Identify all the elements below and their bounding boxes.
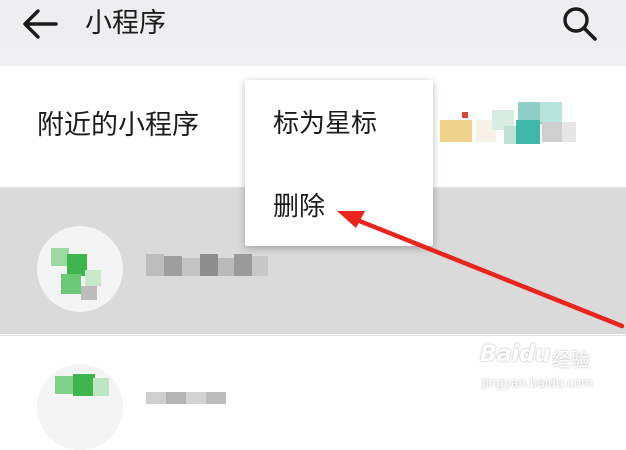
- nearby-label: 附近的小程序: [37, 110, 199, 141]
- watermark-experience: 经验: [552, 349, 591, 371]
- blurred-name: [146, 392, 268, 416]
- section-divider: [0, 48, 626, 66]
- avatar: [37, 226, 123, 312]
- nearby-thumbnails: [432, 102, 602, 158]
- blurred-name: [146, 254, 268, 278]
- watermark-url: jingyan.baidu.com: [482, 376, 593, 390]
- arrow-left-icon[interactable]: [20, 6, 60, 42]
- mark-as-starred-menu-item[interactable]: 标为星标: [245, 80, 433, 163]
- search-icon[interactable]: [560, 4, 600, 44]
- page-title: 小程序: [85, 8, 166, 39]
- baidu-jingyan-watermark: Baidu 经验 jingyan.baidu.com: [474, 342, 624, 400]
- context-menu: 标为星标 删除: [245, 80, 433, 246]
- delete-menu-item[interactable]: 删除: [245, 163, 433, 246]
- avatar: [37, 364, 123, 450]
- watermark-brand: Baidu: [480, 342, 551, 367]
- top-bar: 小程序: [0, 0, 626, 48]
